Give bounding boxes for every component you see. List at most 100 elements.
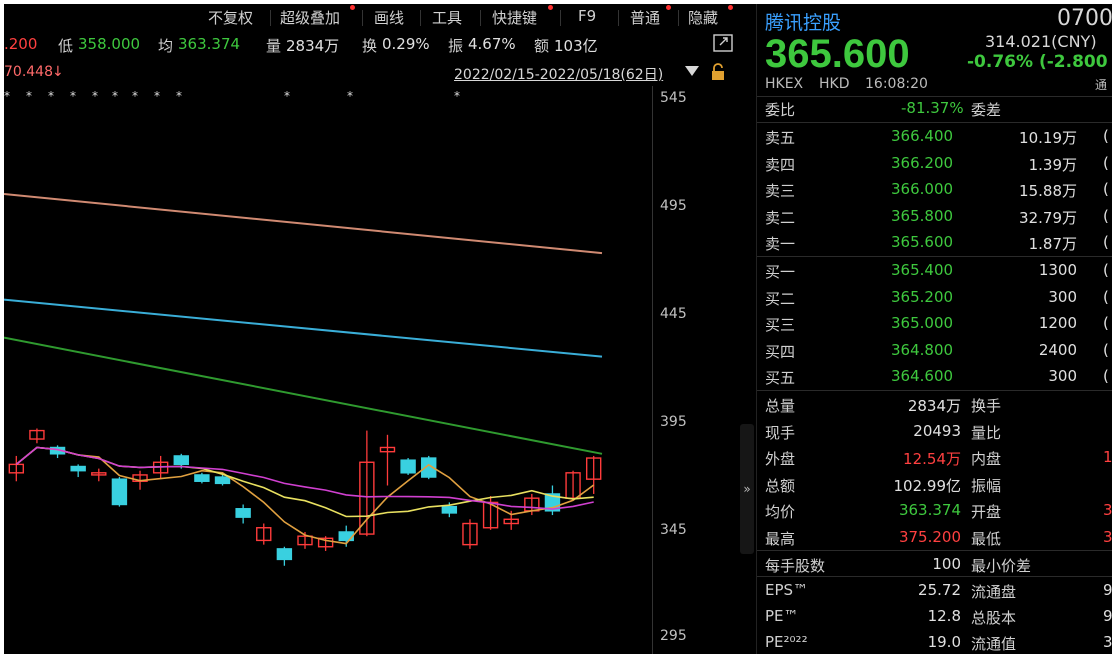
- toolbar-shortcuts[interactable]: 快捷键: [492, 7, 537, 28]
- stat-value: 363.374: [898, 501, 961, 520]
- lock-icon[interactable]: [710, 63, 726, 85]
- y-tick-label: 495: [660, 198, 687, 214]
- ask-level-label: 卖三: [765, 182, 796, 201]
- moving-average-line: [4, 193, 603, 255]
- range-bar: 70.448 ↓ 2022/02/15-2022/05/18(62日): [4, 61, 740, 85]
- financial-row[interactable]: PE™ 12.8 总股本 9: [765, 604, 1112, 630]
- candle-body: [70, 465, 86, 472]
- prev-value-tail: .200: [4, 35, 38, 53]
- stat-value: 102.99亿: [893, 476, 962, 495]
- ask-level-row[interactable]: 卖四 366.200 1.39万 (: [765, 151, 1112, 177]
- toolbar-divider: [270, 10, 271, 26]
- toolbar-hide[interactable]: 隐藏: [688, 7, 718, 28]
- avg-label: 均: [158, 37, 174, 55]
- stat-row[interactable]: 外盘 12.54万 内盘 1: [765, 445, 1112, 471]
- stat-label-2: 最低: [971, 530, 1002, 548]
- connect-badge: 通: [1095, 78, 1108, 92]
- bid-level-row[interactable]: 买二 365.200 300 (: [765, 285, 1112, 311]
- star-marker: *: [48, 89, 54, 103]
- candle-body: [173, 455, 189, 466]
- bid-level-label: 买三: [765, 316, 796, 335]
- lot-value: 100: [932, 555, 961, 573]
- amplitude-label: 振: [448, 37, 464, 55]
- toolbar-tools[interactable]: 工具: [432, 7, 462, 28]
- ask-tail: (: [1103, 153, 1109, 172]
- stat-row[interactable]: 现手 20493 量比: [765, 419, 1112, 445]
- ask-level-row[interactable]: 卖三 366.000 15.88万 (: [765, 177, 1112, 203]
- kline-chart[interactable]: * * * * * * * * * * * *: [4, 86, 740, 654]
- stat-row[interactable]: 最高 375.200 最低 3: [765, 525, 1112, 551]
- range-left-value: 70.448: [4, 64, 53, 80]
- toolbar-divider: [362, 10, 363, 26]
- bid-level-row[interactable]: 买五 364.600 300 (: [765, 364, 1112, 390]
- ask-tail: (: [1103, 180, 1109, 199]
- financial-row[interactable]: PE²⁰²² 19.0 流通值 3!: [765, 630, 1112, 654]
- quote-time: 16:08:20: [865, 76, 928, 92]
- low-value: 358.000: [78, 35, 141, 53]
- y-tick-label: 545: [660, 90, 687, 106]
- bid-level-row[interactable]: 买一 365.400 1300 (: [765, 258, 1112, 284]
- turnover-label: 换: [362, 37, 378, 55]
- currency: HKD: [819, 76, 850, 92]
- bid-level-label: 买四: [765, 342, 796, 361]
- stat-label: 均价: [765, 503, 796, 522]
- exchange: HKEX: [765, 76, 804, 92]
- short-ma-line: [15, 446, 594, 510]
- toolbar-divider: [618, 10, 619, 26]
- financial-value-2: 9: [1103, 581, 1112, 599]
- stat-label: 最高: [765, 530, 796, 548]
- financial-label: PE²⁰²²: [765, 633, 808, 651]
- ask-price: 365.800: [891, 206, 954, 225]
- toolbar-divider: [560, 10, 561, 26]
- stat-value-2: 3: [1103, 528, 1112, 546]
- date-range[interactable]: 2022/02/15-2022/05/18(62日): [454, 64, 663, 84]
- bid-level-label: 买五: [765, 369, 796, 388]
- stat-value-2: 3: [1103, 501, 1112, 520]
- turnover-value: 0.29%: [382, 35, 430, 53]
- bid-level-row[interactable]: 买四 364.800 2400 (: [765, 338, 1112, 364]
- dropdown-triangle-icon[interactable]: [684, 64, 700, 82]
- star-marker: *: [92, 89, 98, 103]
- stat-row[interactable]: 总额 102.99亿 振幅: [765, 472, 1112, 498]
- toolbar-no-adjust[interactable]: 不复权: [208, 7, 253, 28]
- last-price: 365.600: [765, 32, 910, 76]
- financial-label: EPS™: [765, 581, 809, 599]
- trading-window: 不复权 超级叠加 画线 工具 快捷键 F9 普通 隐藏 .200 低 358.0…: [4, 4, 1112, 654]
- min-tick-label: 最小价差: [971, 557, 1032, 575]
- bid-level-label: 买一: [765, 263, 796, 281]
- ask-volume: 10.19万: [1019, 129, 1077, 147]
- bid-tail: (: [1103, 287, 1109, 306]
- toolbar-f9[interactable]: F9: [578, 7, 596, 25]
- panel-divider: [757, 576, 1112, 577]
- ask-volume: 1.39万: [1028, 155, 1077, 174]
- ask-level-row[interactable]: 卖五 366.400 10.19万 (: [765, 124, 1112, 150]
- financial-value: 25.72: [918, 581, 961, 599]
- financial-row[interactable]: EPS™ 25.72 流通盘 9: [765, 578, 1112, 604]
- stat-row[interactable]: 均价 363.374 开盘 3: [765, 498, 1112, 524]
- volume-value: 2834万: [286, 37, 340, 55]
- ask-price: 366.000: [891, 180, 954, 199]
- y-axis-line: [652, 86, 653, 654]
- ask-level-row[interactable]: 卖二 365.800 32.79万 (: [765, 204, 1112, 230]
- ask-price: 365.600: [891, 233, 954, 252]
- lot-size-row[interactable]: 每手股数 100 最小价差: [765, 552, 1112, 578]
- stat-value: 2834万: [907, 397, 961, 415]
- star-marker: *: [26, 89, 32, 103]
- collapse-panel-handle[interactable]: »: [740, 424, 754, 554]
- financial-value-2: 3!: [1103, 633, 1112, 651]
- financial-label: PE™: [765, 607, 799, 625]
- ask-level-row[interactable]: 卖一 365.600 1.87万 (: [765, 230, 1112, 256]
- star-marker: *: [347, 89, 353, 103]
- range-down-arrow: ↓: [52, 64, 64, 80]
- expand-icon[interactable]: [712, 33, 734, 57]
- toolbar-draw[interactable]: 画线: [374, 7, 404, 28]
- stat-label: 外盘: [765, 450, 796, 469]
- bid-level-row[interactable]: 买三 365.000 1200 (: [765, 311, 1112, 337]
- stat-label: 总量: [765, 397, 796, 415]
- candle-body: [235, 508, 251, 518]
- ask-price: 366.400: [891, 127, 954, 145]
- stat-row[interactable]: 总量 2834万 换手: [765, 392, 1112, 418]
- stock-name[interactable]: 腾讯控股: [765, 8, 841, 35]
- toolbar-normal[interactable]: 普通: [630, 7, 660, 28]
- toolbar-super-overlay[interactable]: 超级叠加: [280, 7, 340, 28]
